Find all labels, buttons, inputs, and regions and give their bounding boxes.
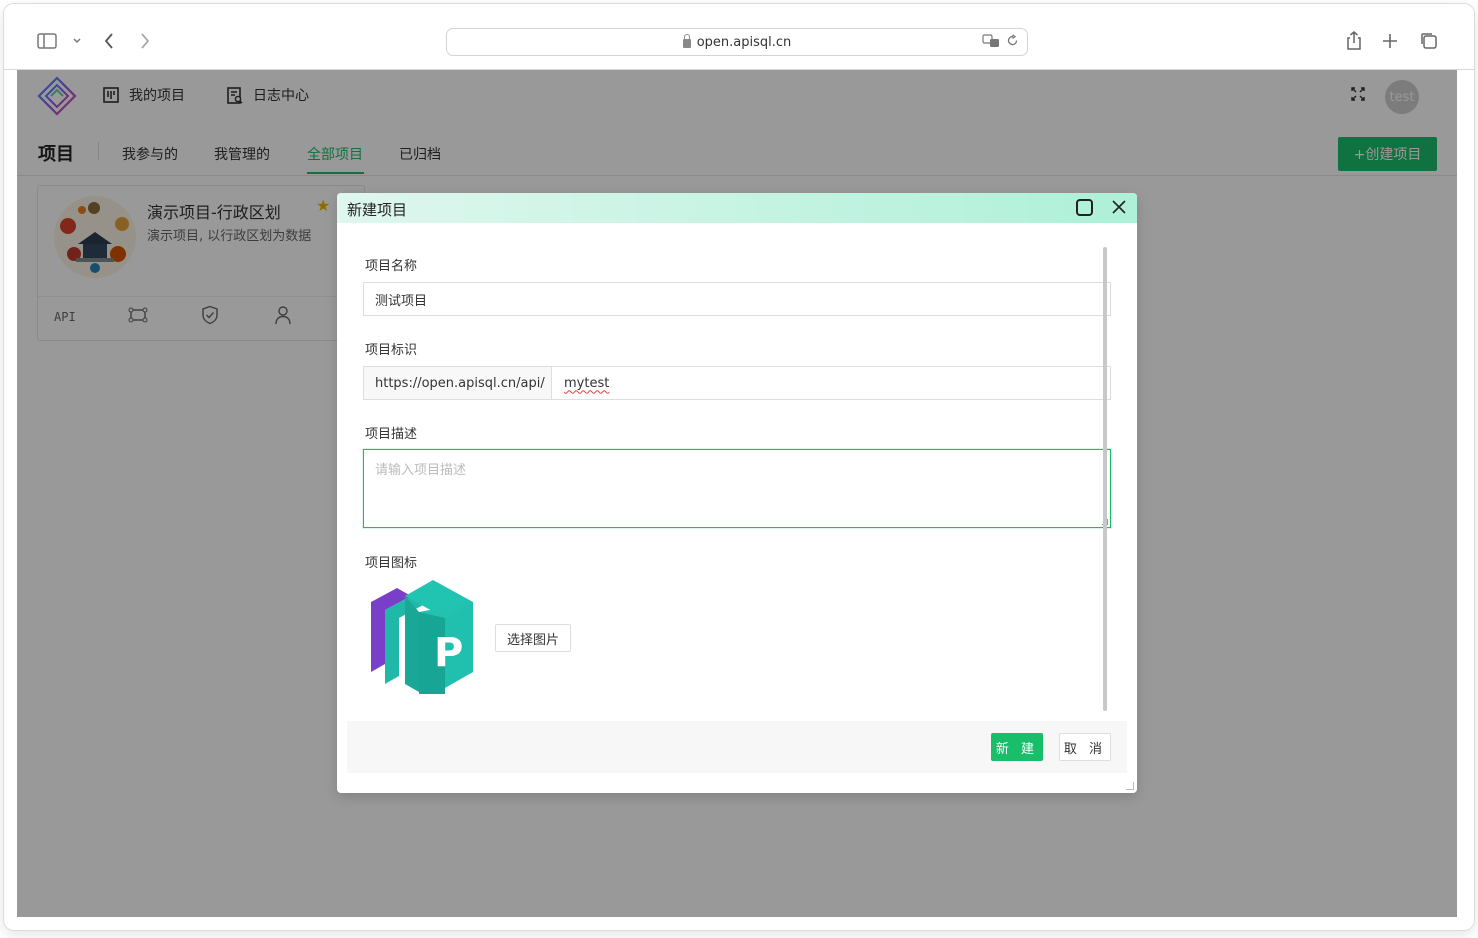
chevron-down-icon[interactable] xyxy=(66,30,88,52)
sidebar-toggle-icon[interactable] xyxy=(36,30,58,52)
new-project-dialog: 新建项目 项目名称 测试项目 项目标识 https://open.apisql.… xyxy=(337,193,1137,793)
project-ident-label: 项目标识 xyxy=(365,343,418,358)
project-name-label: 项目名称 xyxy=(365,259,418,274)
project-desc-placeholder: 请输入项目描述 xyxy=(375,463,467,478)
project-name-input[interactable]: 测试项目 xyxy=(363,282,1111,316)
tabs-overview-icon[interactable] xyxy=(1418,30,1440,52)
project-ident-value: mytest xyxy=(564,375,610,391)
share-icon[interactable] xyxy=(1343,30,1365,52)
reload-icon[interactable] xyxy=(1006,34,1019,51)
project-ident-prefix: https://open.apisql.cn/api/ xyxy=(363,366,552,400)
translate-icon[interactable] xyxy=(982,34,1000,51)
back-icon[interactable] xyxy=(98,30,120,52)
project-ident-input[interactable]: mytest xyxy=(551,366,1111,400)
project-icon-image: P xyxy=(371,580,473,694)
lock-icon xyxy=(682,33,691,48)
new-tab-icon[interactable] xyxy=(1379,30,1401,52)
project-desc-textarea[interactable]: 请输入项目描述 xyxy=(363,449,1111,528)
url-text: open.apisql.cn xyxy=(696,34,792,50)
cancel-button[interactable]: 取 消 xyxy=(1059,733,1111,761)
maximize-icon[interactable] xyxy=(1076,199,1093,216)
project-icon-label: 项目图标 xyxy=(365,556,418,571)
choose-image-button[interactable]: 选择图片 xyxy=(495,624,571,652)
dialog-scrollbar[interactable] xyxy=(1103,247,1107,711)
address-bar[interactable]: open.apisql.cn xyxy=(446,28,1028,56)
dialog-footer: 新 建 取 消 xyxy=(347,721,1127,773)
dialog-resize-handle[interactable] xyxy=(1126,782,1134,790)
dialog-title: 新建项目 xyxy=(347,201,408,219)
create-button[interactable]: 新 建 xyxy=(991,733,1043,761)
close-icon[interactable] xyxy=(1109,197,1129,217)
browser-window: open.apisql.cn 我的项目 日志中心 test 项目 我参与的 我管… xyxy=(4,4,1474,930)
dialog-header[interactable]: 新建项目 xyxy=(337,193,1137,223)
project-desc-label: 项目描述 xyxy=(365,427,418,442)
forward-icon[interactable] xyxy=(134,30,156,52)
browser-toolbar: open.apisql.cn xyxy=(4,4,1474,70)
project-icon-letter: P xyxy=(434,630,463,676)
